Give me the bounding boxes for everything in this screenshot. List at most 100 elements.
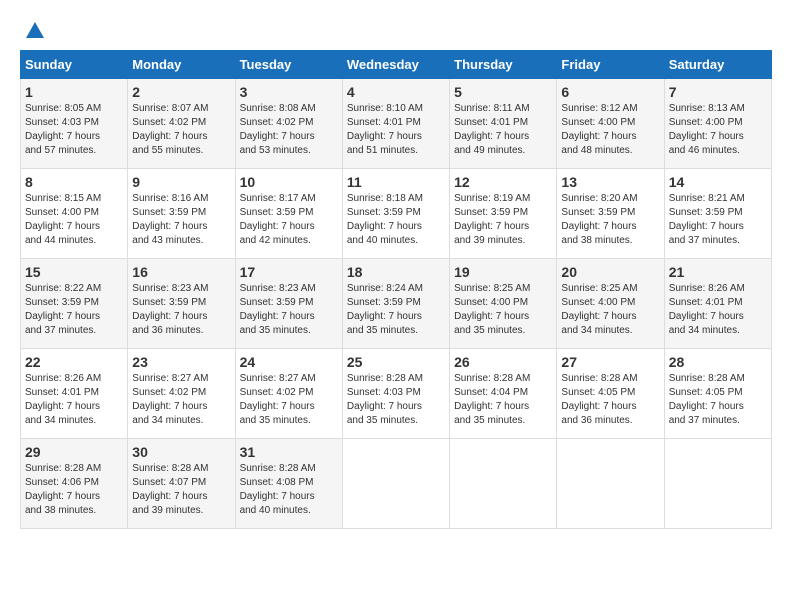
header-cell-wednesday: Wednesday xyxy=(342,51,449,79)
day-info: Sunrise: 8:28 AM Sunset: 4:06 PM Dayligh… xyxy=(25,462,123,518)
day-number: 26 xyxy=(454,354,552,370)
day-info: Sunrise: 8:17 AM Sunset: 3:59 PM Dayligh… xyxy=(240,192,338,248)
calendar-cell: 6Sunrise: 8:12 AM Sunset: 4:00 PM Daylig… xyxy=(557,79,664,169)
header-cell-monday: Monday xyxy=(128,51,235,79)
calendar-table: SundayMondayTuesdayWednesdayThursdayFrid… xyxy=(20,50,772,529)
day-number: 9 xyxy=(132,174,230,190)
calendar-cell: 10 Sunrise: 8:17 AM Sunset: 3:59 PM Dayli… xyxy=(235,169,342,259)
calendar-cell: 9 Sunrise: 8:16 AM Sunset: 3:59 PM Daylig… xyxy=(128,169,235,259)
header-cell-friday: Friday xyxy=(557,51,664,79)
day-number: 4 xyxy=(347,84,445,100)
day-number: 19 xyxy=(454,264,552,280)
calendar-cell: 24Sunrise: 8:27 AM Sunset: 4:02 PM Dayli… xyxy=(235,349,342,439)
day-info: Sunrise: 8:10 AM Sunset: 4:01 PM Dayligh… xyxy=(347,102,445,158)
day-info: Sunrise: 8:25 AM Sunset: 4:00 PM Dayligh… xyxy=(561,282,659,338)
day-info: Sunrise: 8:28 AM Sunset: 4:05 PM Dayligh… xyxy=(669,372,767,428)
day-number: 14 xyxy=(669,174,767,190)
calendar-cell: 17 Sunrise: 8:23 AM Sunset: 3:59 PM Dayli… xyxy=(235,259,342,349)
calendar-cell: 3 Sunrise: 8:08 AM Sunset: 4:02 PM Daylig… xyxy=(235,79,342,169)
day-info: Sunrise: 8:28 AM Sunset: 4:04 PM Dayligh… xyxy=(454,372,552,428)
day-info: Sunrise: 8:24 AM Sunset: 3:59 PM Dayligh… xyxy=(347,282,445,338)
day-number: 18 xyxy=(347,264,445,280)
day-number: 2 xyxy=(132,84,230,100)
page-header xyxy=(20,20,772,42)
day-info: Sunrise: 8:26 AM Sunset: 4:01 PM Dayligh… xyxy=(669,282,767,338)
day-info: Sunrise: 8:11 AM Sunset: 4:01 PM Dayligh… xyxy=(454,102,552,158)
calendar-cell: 23Sunrise: 8:27 AM Sunset: 4:02 PM Dayli… xyxy=(128,349,235,439)
day-number: 21 xyxy=(669,264,767,280)
calendar-cell: 13 Sunrise: 8:20 AM Sunset: 3:59 PM Dayli… xyxy=(557,169,664,259)
logo-icon xyxy=(24,20,46,42)
day-number: 11 xyxy=(347,174,445,190)
day-number: 30 xyxy=(132,444,230,460)
day-number: 25 xyxy=(347,354,445,370)
calendar-cell: 26 Sunrise: 8:28 AM Sunset: 4:04 PM Dayli… xyxy=(450,349,557,439)
calendar-cell: 30 Sunrise: 8:28 AM Sunset: 4:07 PM Dayli… xyxy=(128,439,235,529)
day-number: 31 xyxy=(240,444,338,460)
calendar-cell: 14 Sunrise: 8:21 AM Sunset: 3:59 PM Dayli… xyxy=(664,169,771,259)
calendar-cell: 8 Sunrise: 8:15 AM Sunset: 4:00 PM Daylig… xyxy=(21,169,128,259)
calendar-week-row: 15 Sunrise: 8:22 AM Sunset: 3:59 PM Dayli… xyxy=(21,259,772,349)
day-info: Sunrise: 8:28 AM Sunset: 4:05 PM Dayligh… xyxy=(561,372,659,428)
header-cell-saturday: Saturday xyxy=(664,51,771,79)
day-number: 17 xyxy=(240,264,338,280)
day-number: 29 xyxy=(25,444,123,460)
header-cell-tuesday: Tuesday xyxy=(235,51,342,79)
day-number: 22 xyxy=(25,354,123,370)
day-info: Sunrise: 8:16 AM Sunset: 3:59 PM Dayligh… xyxy=(132,192,230,248)
calendar-cell: 2 Sunrise: 8:07 AM Sunset: 4:02 PM Daylig… xyxy=(128,79,235,169)
day-info: Sunrise: 8:19 AM Sunset: 3:59 PM Dayligh… xyxy=(454,192,552,248)
day-info: Sunrise: 8:28 AM Sunset: 4:07 PM Dayligh… xyxy=(132,462,230,518)
day-info: Sunrise: 8:08 AM Sunset: 4:02 PM Dayligh… xyxy=(240,102,338,158)
calendar-cell: 15 Sunrise: 8:22 AM Sunset: 3:59 PM Dayli… xyxy=(21,259,128,349)
calendar-cell: 7Sunrise: 8:13 AM Sunset: 4:00 PM Daylig… xyxy=(664,79,771,169)
day-number: 1 xyxy=(25,84,123,100)
calendar-cell: 18 Sunrise: 8:24 AM Sunset: 3:59 PM Dayli… xyxy=(342,259,449,349)
day-info: Sunrise: 8:28 AM Sunset: 4:08 PM Dayligh… xyxy=(240,462,338,518)
day-info: Sunrise: 8:22 AM Sunset: 3:59 PM Dayligh… xyxy=(25,282,123,338)
calendar-cell: 20 Sunrise: 8:25 AM Sunset: 4:00 PM Dayli… xyxy=(557,259,664,349)
day-info: Sunrise: 8:07 AM Sunset: 4:02 PM Dayligh… xyxy=(132,102,230,158)
day-info: Sunrise: 8:12 AM Sunset: 4:00 PM Dayligh… xyxy=(561,102,659,158)
day-info: Sunrise: 8:26 AM Sunset: 4:01 PM Dayligh… xyxy=(25,372,123,428)
day-number: 10 xyxy=(240,174,338,190)
calendar-cell xyxy=(557,439,664,529)
day-number: 5 xyxy=(454,84,552,100)
day-info: Sunrise: 8:15 AM Sunset: 4:00 PM Dayligh… xyxy=(25,192,123,248)
calendar-cell: 22 Sunrise: 8:26 AM Sunset: 4:01 PM Dayli… xyxy=(21,349,128,439)
day-info: Sunrise: 8:23 AM Sunset: 3:59 PM Dayligh… xyxy=(132,282,230,338)
calendar-cell: 28 Sunrise: 8:28 AM Sunset: 4:05 PM Dayli… xyxy=(664,349,771,439)
day-info: Sunrise: 8:27 AM Sunset: 4:02 PM Dayligh… xyxy=(240,372,338,428)
calendar-cell: 19Sunrise: 8:25 AM Sunset: 4:00 PM Dayli… xyxy=(450,259,557,349)
logo xyxy=(20,20,46,42)
day-info: Sunrise: 8:21 AM Sunset: 3:59 PM Dayligh… xyxy=(669,192,767,248)
day-number: 13 xyxy=(561,174,659,190)
calendar-cell: 29 Sunrise: 8:28 AM Sunset: 4:06 PM Dayli… xyxy=(21,439,128,529)
calendar-cell xyxy=(342,439,449,529)
day-number: 3 xyxy=(240,84,338,100)
calendar-week-row: 29 Sunrise: 8:28 AM Sunset: 4:06 PM Dayli… xyxy=(21,439,772,529)
calendar-week-row: 1 Sunrise: 8:05 AM Sunset: 4:03 PM Daylig… xyxy=(21,79,772,169)
day-number: 12 xyxy=(454,174,552,190)
calendar-cell: 27 Sunrise: 8:28 AM Sunset: 4:05 PM Dayli… xyxy=(557,349,664,439)
day-number: 20 xyxy=(561,264,659,280)
calendar-week-row: 22 Sunrise: 8:26 AM Sunset: 4:01 PM Dayli… xyxy=(21,349,772,439)
day-number: 28 xyxy=(669,354,767,370)
day-number: 16 xyxy=(132,264,230,280)
calendar-cell: 1 Sunrise: 8:05 AM Sunset: 4:03 PM Daylig… xyxy=(21,79,128,169)
calendar-cell: 25Sunrise: 8:28 AM Sunset: 4:03 PM Dayli… xyxy=(342,349,449,439)
day-number: 27 xyxy=(561,354,659,370)
header-cell-sunday: Sunday xyxy=(21,51,128,79)
calendar-cell: 21 Sunrise: 8:26 AM Sunset: 4:01 PM Dayli… xyxy=(664,259,771,349)
day-number: 8 xyxy=(25,174,123,190)
day-info: Sunrise: 8:05 AM Sunset: 4:03 PM Dayligh… xyxy=(25,102,123,158)
header-cell-thursday: Thursday xyxy=(450,51,557,79)
day-info: Sunrise: 8:27 AM Sunset: 4:02 PM Dayligh… xyxy=(132,372,230,428)
calendar-cell: 16 Sunrise: 8:23 AM Sunset: 3:59 PM Dayli… xyxy=(128,259,235,349)
day-number: 7 xyxy=(669,84,767,100)
day-info: Sunrise: 8:23 AM Sunset: 3:59 PM Dayligh… xyxy=(240,282,338,338)
calendar-cell: 5 Sunrise: 8:11 AM Sunset: 4:01 PM Daylig… xyxy=(450,79,557,169)
calendar-week-row: 8 Sunrise: 8:15 AM Sunset: 4:00 PM Daylig… xyxy=(21,169,772,259)
day-info: Sunrise: 8:20 AM Sunset: 3:59 PM Dayligh… xyxy=(561,192,659,248)
day-number: 15 xyxy=(25,264,123,280)
